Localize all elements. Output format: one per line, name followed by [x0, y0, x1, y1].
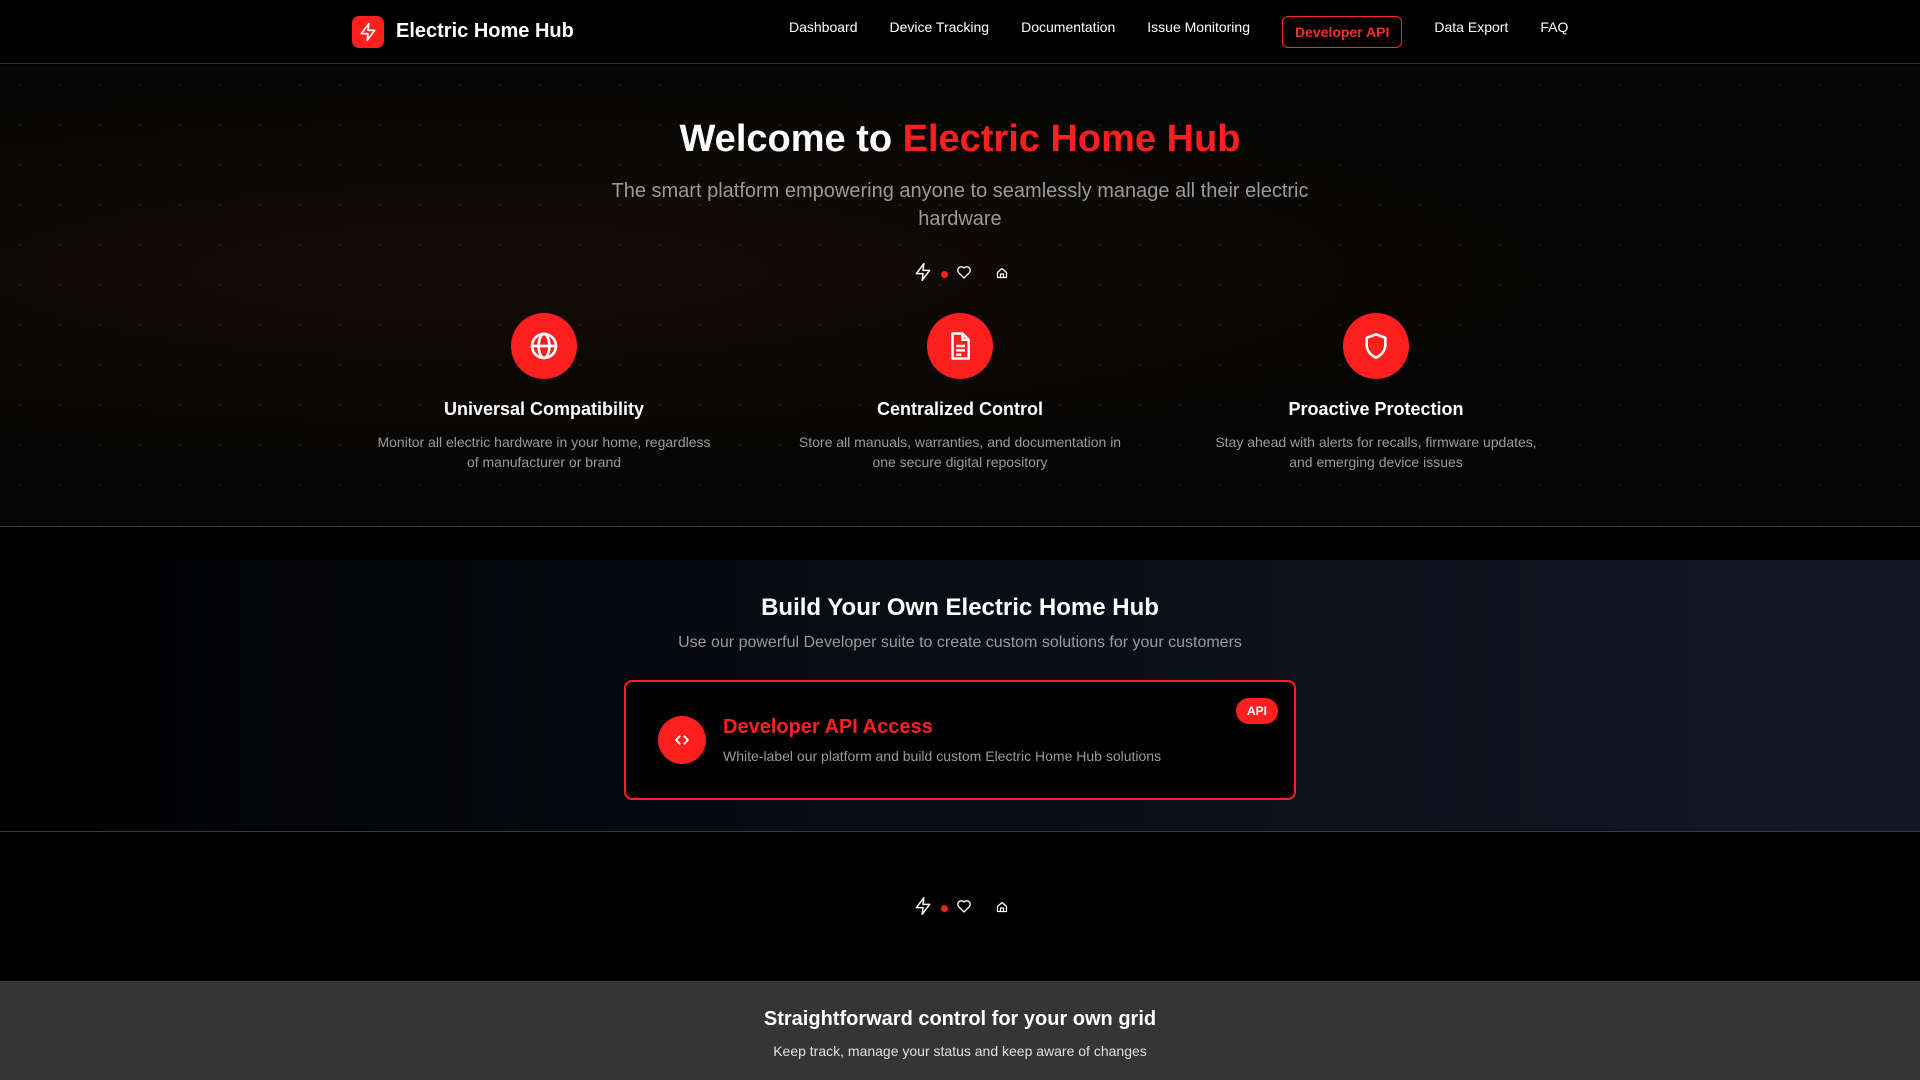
grid-control-section: Straightforward control for your own gri… — [0, 981, 1920, 1080]
divider-section — [0, 833, 1920, 981]
document-icon — [927, 313, 993, 379]
feature-universal-compatibility: Universal Compatibility Monitor all elec… — [352, 313, 736, 472]
feature-description: Stay ahead with alerts for recalls, firm… — [1215, 434, 1537, 470]
hero-title-accent: Electric Home Hub — [902, 118, 1241, 160]
developer-title: Build Your Own Electric Home Hub — [761, 594, 1159, 621]
api-badge: API — [1235, 698, 1278, 724]
nav-data-export[interactable]: Data Export — [1434, 17, 1508, 37]
feature-proactive-protection: Proactive Protection Stay ahead with ale… — [1184, 313, 1568, 472]
lightning-icon — [913, 896, 933, 921]
grid-control-subtitle: Keep track, manage your status and keep … — [773, 1043, 1147, 1059]
icon-strip — [0, 262, 1920, 287]
heart-icon — [956, 264, 972, 285]
main-nav: Dashboard Device Tracking Documentation … — [789, 16, 1568, 48]
heart-icon — [956, 898, 972, 919]
red-dot-icon — [940, 905, 948, 912]
brand-name: Electric Home Hub — [396, 20, 574, 42]
nav-faq[interactable]: FAQ — [1540, 17, 1568, 37]
nav-issue-monitoring[interactable]: Issue Monitoring — [1147, 17, 1250, 37]
hero-title: Welcome to Electric Home Hub — [0, 118, 1920, 161]
feature-title: Universal Compatibility — [443, 399, 645, 419]
icon-strip — [0, 896, 1920, 921]
feature-title: Proactive Protection — [1288, 399, 1464, 419]
feature-title: Centralized Control — [876, 399, 1043, 419]
hero-title-prefix: Welcome to — [679, 118, 893, 160]
feature-description: Monitor all electric hardware in your ho… — [377, 434, 711, 470]
developer-api-card[interactable]: Developer API Access White-label our pla… — [624, 680, 1296, 800]
nav-device-tracking[interactable]: Device Tracking — [890, 17, 990, 37]
home-icon — [996, 266, 1008, 284]
developer-section: Build Your Own Electric Home Hub Use our… — [0, 560, 1920, 832]
grid-control-title: Straightforward control for your own gri… — [763, 1008, 1157, 1030]
api-card-description: White-label our platform and build custo… — [723, 748, 1162, 764]
api-card-title: Developer API Access — [723, 716, 933, 738]
nav-documentation[interactable]: Documentation — [1021, 17, 1115, 37]
brand[interactable]: Electric Home Hub — [352, 15, 574, 48]
nav-developer-api[interactable]: Developer API — [1281, 16, 1403, 48]
feature-centralized-control: Centralized Control Store all manuals, w… — [768, 313, 1152, 472]
top-navigation-bar: Electric Home Hub Dashboard Device Track… — [0, 0, 1920, 64]
home-icon — [996, 900, 1008, 918]
features-row: Universal Compatibility Monitor all elec… — [352, 313, 1568, 472]
hero-subtitle: The smart platform empowering anyone to … — [611, 180, 1309, 230]
nav-dashboard[interactable]: Dashboard — [789, 17, 858, 37]
lightning-icon — [352, 15, 384, 48]
developer-subtitle: Use our powerful Developer suite to crea… — [678, 634, 1242, 651]
feature-description: Store all manuals, warranties, and docum… — [798, 434, 1122, 470]
code-icon — [658, 716, 706, 764]
globe-icon — [511, 313, 577, 379]
lightning-icon — [913, 262, 933, 287]
shield-icon — [1343, 313, 1409, 379]
hero-section: Welcome to Electric Home Hub The smart p… — [0, 65, 1920, 527]
red-dot-icon — [940, 271, 948, 278]
